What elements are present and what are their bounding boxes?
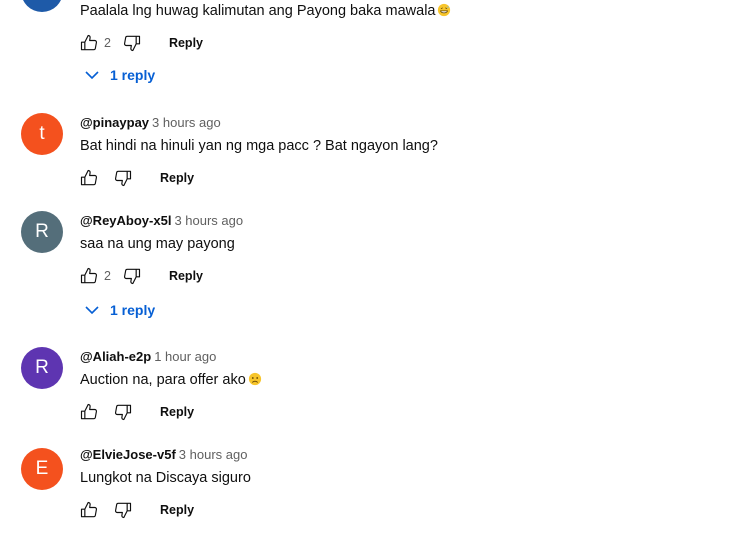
view-replies-button[interactable]: 1 reply	[84, 302, 155, 318]
comment-actions: 2 Reply	[78, 31, 203, 55]
comment-actions: Reply	[78, 400, 194, 424]
dislike-button[interactable]	[112, 499, 134, 521]
comment-text: Bat hindi na hinuli yan ng mga pacc ? Ba…	[80, 138, 438, 154]
comment-time[interactable]: 3 hours ago	[174, 213, 243, 228]
comment-author[interactable]: @pinaypay	[80, 115, 149, 130]
view-replies-button[interactable]: 1 reply	[84, 67, 155, 83]
reply-button[interactable]: Reply	[169, 36, 203, 50]
like-button[interactable]	[78, 32, 100, 54]
like-count: 2	[104, 269, 111, 283]
sad-face-emoji	[248, 372, 261, 386]
comment-header: @ElvieJose-v5f 3 hours ago	[80, 447, 247, 462]
comment-time[interactable]: 1 hour ago	[154, 349, 216, 364]
chevron-down-icon	[84, 302, 100, 318]
thumbs-down-icon	[113, 168, 133, 188]
avatar[interactable]: E	[21, 448, 63, 490]
comment-text: Paalala lng huwag kalimutan ang Payong b…	[80, 3, 451, 19]
thumbs-up-icon	[79, 266, 99, 286]
dislike-button[interactable]	[121, 32, 143, 54]
thumbs-up-icon	[79, 168, 99, 188]
avatar[interactable]: E	[21, 0, 63, 12]
thumbs-down-icon	[122, 33, 142, 53]
reply-button[interactable]: Reply	[169, 269, 203, 283]
grinning-sweat-emoji	[438, 3, 451, 17]
thumbs-up-icon	[79, 500, 99, 520]
thumbs-down-icon	[113, 402, 133, 422]
comment-author[interactable]: @ElvieJose-v5f	[80, 447, 176, 462]
comment-actions: Reply	[78, 166, 194, 190]
thumbs-up-icon	[79, 402, 99, 422]
avatar[interactable]: R	[21, 347, 63, 389]
reply-button[interactable]: Reply	[160, 503, 194, 517]
dislike-button[interactable]	[121, 265, 143, 287]
avatar[interactable]: R	[21, 211, 63, 253]
thumbs-up-icon	[79, 33, 99, 53]
comment-actions: 2 Reply	[78, 264, 203, 288]
comment-actions: Reply	[78, 498, 194, 522]
like-button[interactable]	[78, 167, 100, 189]
thumbs-down-icon	[113, 500, 133, 520]
like-button[interactable]	[78, 401, 100, 423]
comment-author[interactable]: @Aliah-e2p	[80, 349, 151, 364]
thumbs-down-icon	[122, 266, 142, 286]
chevron-down-icon	[84, 67, 100, 83]
comment-text: saa na ung may payong	[80, 236, 235, 252]
like-button[interactable]	[78, 499, 100, 521]
dislike-button[interactable]	[112, 401, 134, 423]
comment-time[interactable]: 3 hours ago	[179, 447, 248, 462]
like-count: 2	[104, 36, 111, 50]
reply-button[interactable]: Reply	[160, 171, 194, 185]
avatar[interactable]: t	[21, 113, 63, 155]
comment-text: Lungkot na Discaya siguro	[80, 470, 251, 486]
reply-button[interactable]: Reply	[160, 405, 194, 419]
comment-time[interactable]: 3 hours ago	[152, 115, 221, 130]
like-button[interactable]	[78, 265, 100, 287]
dislike-button[interactable]	[112, 167, 134, 189]
comment-header: @pinaypay 3 hours ago	[80, 115, 221, 130]
comment-header: @Aliah-e2p 1 hour ago	[80, 349, 216, 364]
comment-header: @ReyAboy-x5l 3 hours ago	[80, 213, 243, 228]
comment-author[interactable]: @ReyAboy-x5l	[80, 213, 171, 228]
comment-text: Auction na, para offer ako	[80, 372, 262, 388]
